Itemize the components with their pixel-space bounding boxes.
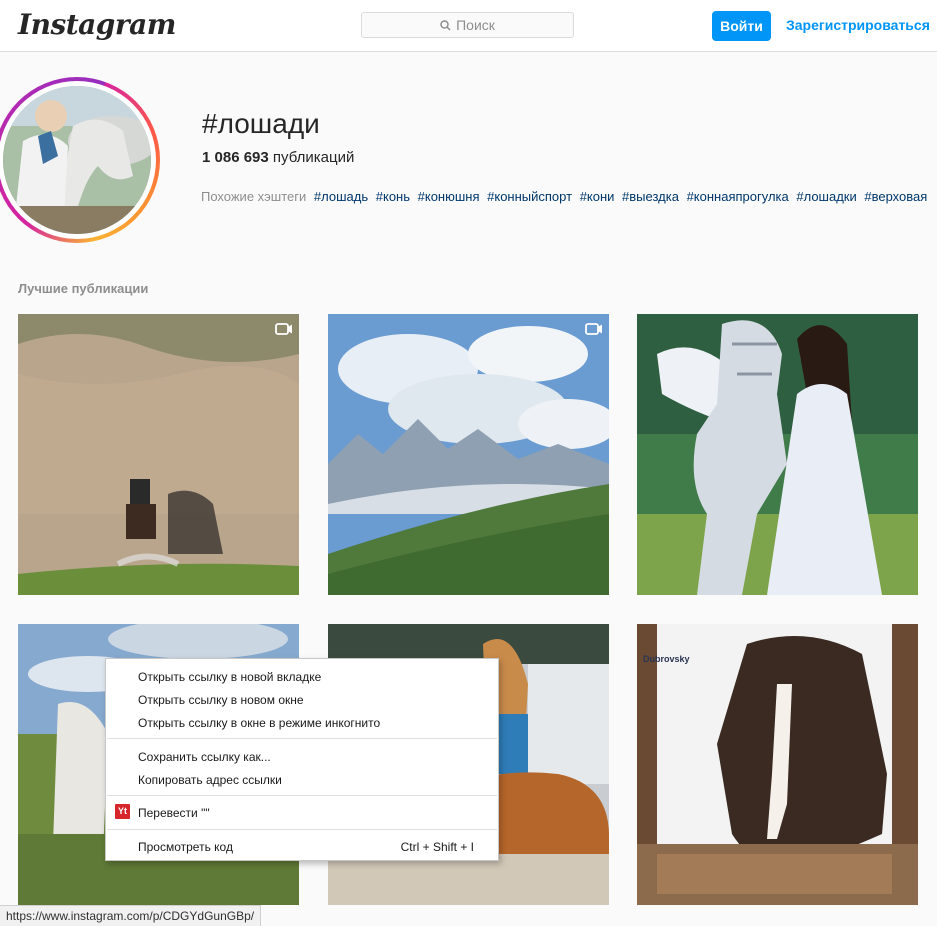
related-tag[interactable]: #коннаяпрогулка xyxy=(687,189,789,204)
post-tile[interactable] xyxy=(637,314,918,595)
menu-separator xyxy=(107,795,497,796)
video-icon xyxy=(275,322,293,336)
video-icon xyxy=(585,322,603,336)
related-hashtags-label: Похожие хэштеги xyxy=(201,189,307,204)
menu-inspect[interactable]: Просмотреть код xyxy=(138,837,233,857)
post-tile[interactable] xyxy=(328,314,609,595)
hashtag-avatar[interactable] xyxy=(0,77,160,243)
related-tag[interactable]: #лошадь xyxy=(314,189,368,204)
translate-icon: Yt xyxy=(115,804,130,819)
menu-inspect-shortcut: Ctrl + Shift + I xyxy=(400,840,474,854)
search-icon xyxy=(440,19,451,31)
menu-copy-link[interactable]: Копировать адрес ссылки xyxy=(138,770,282,790)
login-button[interactable]: Войти xyxy=(712,11,771,41)
search-input[interactable]: Поиск xyxy=(361,12,574,38)
menu-open-new-tab[interactable]: Открыть ссылку в новой вкладке xyxy=(138,667,321,687)
post-tile[interactable] xyxy=(18,314,299,595)
top-nav-bar: Instagram Поиск Войти Зарегистрироваться xyxy=(0,0,937,52)
posts-count-value: 1 086 693 xyxy=(202,149,269,166)
post-tile[interactable]: Dubrovsky xyxy=(637,624,918,905)
search-placeholder: Поиск xyxy=(456,17,495,33)
menu-separator xyxy=(107,829,497,830)
posts-count-label: публикаций xyxy=(272,149,355,166)
related-tag[interactable]: #лошадки xyxy=(796,189,856,204)
menu-open-incognito[interactable]: Открыть ссылку в окне в режиме инкогнито xyxy=(138,713,380,733)
avatar-image xyxy=(3,86,151,234)
dubrovsky-watermark: Dubrovsky xyxy=(643,654,690,664)
related-hashtags: Похожие хэштеги #лошадь #конь #конюшня #… xyxy=(201,189,927,204)
menu-open-new-window[interactable]: Открыть ссылку в новом окне xyxy=(138,690,304,710)
status-bar-url: https://www.instagram.com/p/CDGYdGunGBp/ xyxy=(0,905,262,926)
menu-translate[interactable]: Перевести "" xyxy=(138,803,210,823)
hashtag-title: #лошади xyxy=(202,108,320,139)
menu-separator xyxy=(107,738,497,739)
related-tag[interactable]: #выездка xyxy=(622,189,679,204)
posts-count: 1 086 693 публикаций xyxy=(202,149,354,166)
related-tag[interactable]: #верховая xyxy=(864,189,927,204)
related-tag[interactable]: #конюшня xyxy=(418,189,480,204)
context-menu: Открыть ссылку в новой вкладке Открыть с… xyxy=(105,658,499,861)
menu-save-link-as[interactable]: Сохранить ссылку как... xyxy=(138,747,271,767)
related-tag[interactable]: #конь xyxy=(376,189,410,204)
related-tag[interactable]: #кони xyxy=(580,189,615,204)
signup-link[interactable]: Зарегистрироваться xyxy=(786,17,930,33)
related-tag[interactable]: #конныйспорт xyxy=(487,189,572,204)
instagram-logo[interactable]: Instagram xyxy=(18,8,176,41)
top-posts-heading: Лучшие публикации xyxy=(18,281,149,296)
